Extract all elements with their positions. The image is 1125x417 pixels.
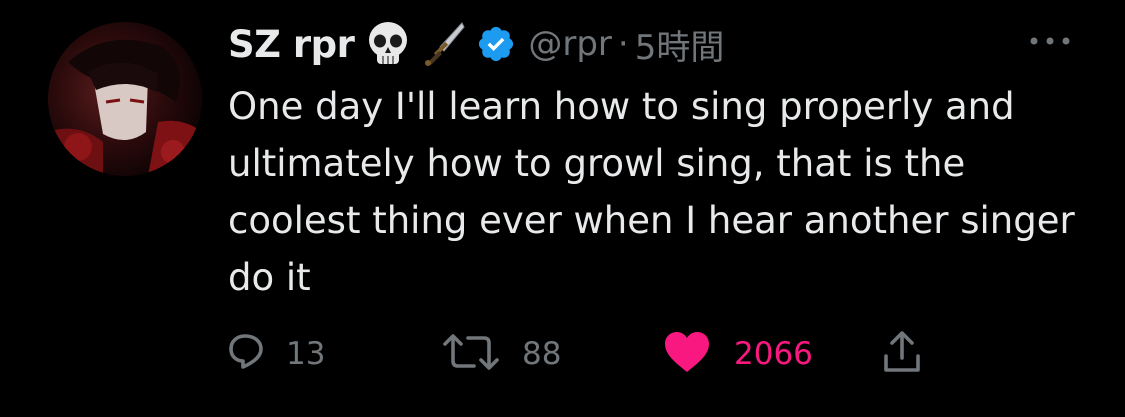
avatar-image <box>48 22 202 176</box>
retweet-count: 88 <box>522 336 562 372</box>
reply-count: 13 <box>286 336 326 372</box>
separator-dot: · <box>617 24 629 64</box>
share-icon <box>882 330 922 378</box>
heart-icon <box>662 330 712 378</box>
skull-emoji <box>366 19 410 69</box>
like-count: 2066 <box>734 336 813 372</box>
display-name[interactable]: SZ rpr <box>228 23 355 66</box>
retweet-button[interactable]: 88 <box>442 330 561 378</box>
share-button[interactable] <box>882 330 922 378</box>
avatar[interactable] <box>48 22 202 176</box>
dagger-emoji <box>422 19 466 69</box>
verified-badge-icon <box>476 24 516 64</box>
reply-icon <box>228 332 264 376</box>
retweet-icon <box>442 332 500 376</box>
user-handle[interactable]: @rpr <box>528 24 612 64</box>
more-icon[interactable] <box>1026 30 1074 52</box>
reply-button[interactable]: 13 <box>228 330 325 378</box>
tweet-header: SZ rpr @rpr · 5時間 <box>228 16 724 72</box>
tweet-text: One day I'll learn how to sing properly … <box>228 85 1075 299</box>
timestamp[interactable]: 5時間 <box>635 20 725 69</box>
like-button[interactable]: 2066 <box>662 330 813 378</box>
